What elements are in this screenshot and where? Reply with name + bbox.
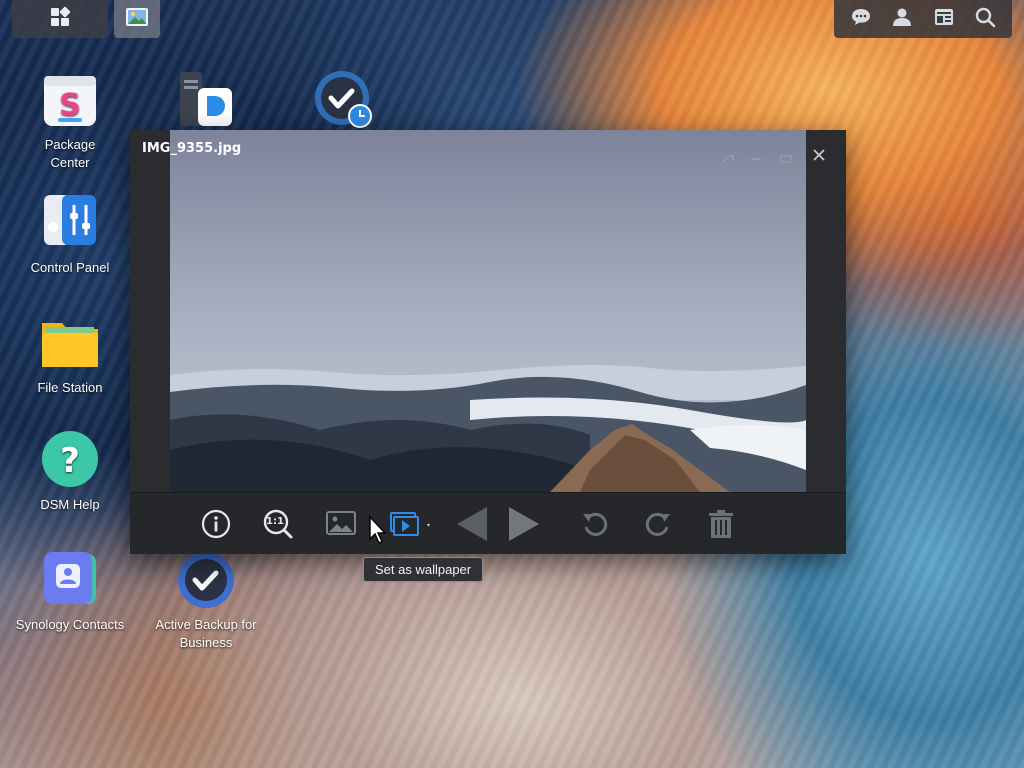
tooltip-set-wallpaper: Set as wallpaper bbox=[363, 557, 484, 582]
search-icon[interactable] bbox=[973, 5, 997, 29]
control-panel-icon bbox=[40, 193, 100, 253]
user-icon[interactable] bbox=[890, 5, 914, 29]
desktop-icon-control-panel[interactable]: Control Panel bbox=[5, 193, 135, 277]
arrow-left-icon bbox=[457, 507, 487, 541]
desktop-icon-active-backup-top[interactable] bbox=[314, 70, 374, 136]
synology-contacts-label: Synology Contacts bbox=[15, 617, 125, 632]
taskbar-left bbox=[12, 0, 160, 38]
image-icon bbox=[326, 511, 356, 535]
widgets-icon[interactable] bbox=[932, 5, 956, 29]
desktop-icon-dsm-help[interactable]: ? DSM Help bbox=[5, 430, 135, 514]
info-icon bbox=[201, 509, 231, 539]
arrow-right-icon bbox=[509, 507, 539, 541]
set-wallpaper-button[interactable] bbox=[386, 507, 434, 541]
viewer-toolbar: 1:1 bbox=[130, 492, 846, 554]
thumbnail-button[interactable] bbox=[324, 507, 358, 541]
info-button[interactable] bbox=[199, 507, 233, 541]
actual-size-label: 1:1 bbox=[266, 516, 284, 527]
folder-icon bbox=[40, 313, 100, 373]
rotate-right-button[interactable] bbox=[641, 507, 675, 541]
notifications-icon[interactable] bbox=[849, 5, 873, 29]
active-backup-label-1: Active Backup for bbox=[155, 617, 257, 632]
close-icon bbox=[813, 149, 825, 161]
grid-icon bbox=[51, 6, 71, 26]
rotate-left-icon bbox=[583, 512, 608, 536]
desktop-icon-file-station[interactable]: File Station bbox=[5, 313, 135, 397]
main-menu-button[interactable] bbox=[12, 0, 108, 38]
trash-icon bbox=[709, 510, 733, 538]
taskbar-right bbox=[834, 0, 1012, 38]
window-title: IMG_9355.jpg bbox=[142, 141, 242, 156]
rotate-right-icon bbox=[645, 512, 670, 536]
active-backup-business-icon bbox=[176, 550, 236, 610]
photo-app-icon bbox=[126, 8, 148, 26]
maximize-icon[interactable] bbox=[780, 150, 792, 163]
svg-text:?: ? bbox=[60, 441, 80, 481]
actual-size-button[interactable]: 1:1 bbox=[261, 507, 295, 541]
active-backup-icon bbox=[314, 70, 374, 130]
image-viewer-window: IMG_9355.jpg 1:1 bbox=[130, 130, 846, 554]
package-center-label-1: Package bbox=[44, 137, 96, 152]
delete-button[interactable] bbox=[704, 507, 738, 541]
photo-preview bbox=[170, 130, 806, 492]
package-center-icon: S bbox=[40, 70, 100, 130]
svg-text:S: S bbox=[59, 88, 81, 123]
minimize-icon[interactable] bbox=[750, 150, 762, 160]
photo-viewer-taskbar-button[interactable] bbox=[114, 0, 160, 38]
desktop-icon-drive[interactable] bbox=[176, 70, 236, 136]
control-panel-label: Control Panel bbox=[30, 260, 110, 275]
help-icon: ? bbox=[40, 430, 100, 490]
contacts-icon bbox=[40, 550, 100, 610]
close-button[interactable] bbox=[812, 148, 826, 167]
desktop-icon-package-center[interactable]: S Package Center bbox=[5, 70, 135, 172]
previous-button[interactable] bbox=[452, 507, 492, 541]
dsm-help-label: DSM Help bbox=[40, 497, 100, 512]
package-center-label-2: Center bbox=[50, 155, 90, 170]
synology-drive-icon bbox=[176, 70, 236, 130]
mouse-cursor-icon bbox=[368, 515, 388, 550]
active-backup-label-2: Business bbox=[179, 635, 233, 650]
desktop-icon-active-backup[interactable]: Active Backup for Business bbox=[141, 550, 271, 652]
rotate-left-button[interactable] bbox=[578, 507, 612, 541]
next-button[interactable] bbox=[504, 507, 544, 541]
file-station-label: File Station bbox=[37, 380, 103, 395]
wallpaper-icon bbox=[390, 512, 430, 536]
desktop-icon-synology-contacts[interactable]: Synology Contacts bbox=[5, 550, 135, 634]
fullscreen-icon[interactable] bbox=[722, 150, 734, 163]
